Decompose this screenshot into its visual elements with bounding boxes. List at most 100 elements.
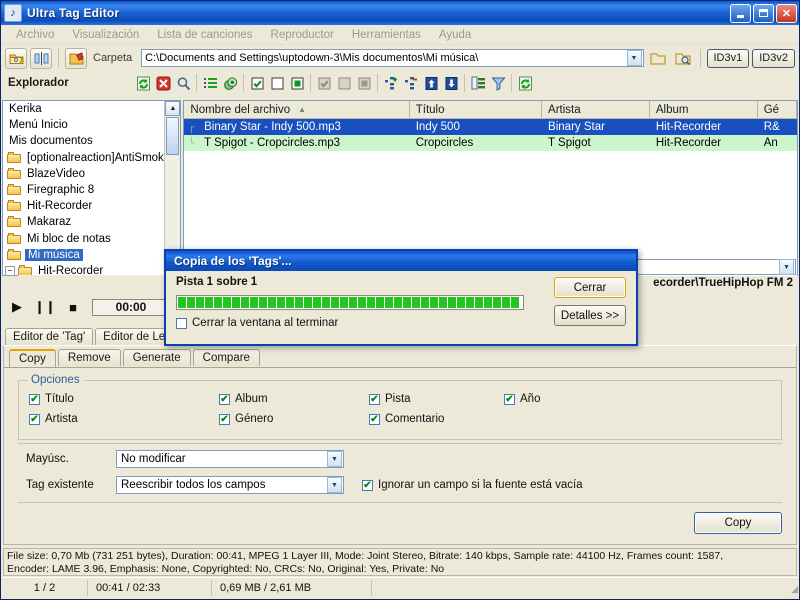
stop-button[interactable]: ■	[64, 298, 82, 316]
tree-item[interactable]: Kerika	[3, 101, 180, 117]
uncheck-all-disabled-icon[interactable]	[334, 74, 354, 93]
chevron-down-icon[interactable]: ▼	[327, 477, 342, 493]
column-header-artist[interactable]: Artista	[542, 101, 650, 118]
browse-folder-icon[interactable]	[647, 48, 669, 69]
checkbox-cerrar-al-terminar[interactable]: ✔ Cerrar la ventana al terminar	[176, 317, 338, 329]
row-tree-mark: └	[187, 137, 195, 149]
menu-item-archivo[interactable]: Archivo	[7, 28, 63, 42]
uncheck-all-icon[interactable]	[267, 74, 287, 93]
checkbox-comentario[interactable]: ✔ Comentario	[369, 413, 504, 425]
tree-item[interactable]: Makaraz	[3, 214, 180, 230]
checkbox-ano[interactable]: ✔ Año	[504, 393, 540, 405]
behind-combo[interactable]: ▼	[622, 259, 796, 275]
checkbox-box[interactable]: ✔	[29, 413, 40, 425]
tree-item[interactable]: Hit-Recorder	[3, 198, 180, 214]
add-node-icon[interactable]	[381, 74, 401, 93]
music-note-icon: ♪	[4, 4, 22, 22]
folder-tree[interactable]: Kerika Menú Inicio Mis documentos [optio…	[2, 100, 182, 291]
menu-item-lista-de-canciones[interactable]: Lista de canciones	[148, 28, 261, 42]
dialog-details-button[interactable]: Detalles >>	[554, 305, 626, 326]
check-all-disabled-icon[interactable]	[314, 74, 334, 93]
existing-tag-select[interactable]: Reescribir todos los campos ▼	[116, 476, 344, 494]
layers-icon[interactable]	[220, 74, 240, 93]
tree-item[interactable]: Menú Inicio	[3, 117, 180, 133]
path-value[interactable]: C:\Documents and Settings\uptodown-3\Mis…	[142, 52, 626, 64]
close-button[interactable]: ✕	[776, 3, 797, 23]
checkbox-box[interactable]: ✔	[219, 393, 230, 405]
checkbox-box[interactable]: ✔	[504, 393, 515, 405]
playlist-folder-icon[interactable]	[65, 47, 87, 69]
checkbox-titulo[interactable]: ✔ Título	[29, 393, 219, 405]
checkbox-pista[interactable]: ✔ Pista	[369, 393, 504, 405]
maximize-button[interactable]	[753, 3, 774, 23]
checkbox-box[interactable]: ✔	[219, 413, 230, 425]
checkbox-ignorar-campo-vacio[interactable]: ✔ Ignorar un campo si la fuente está vac…	[362, 479, 583, 491]
checkbox-album[interactable]: ✔ Album	[219, 393, 369, 405]
tab-editor-de-tag[interactable]: Editor de 'Tag'	[5, 328, 94, 345]
progress-chunk	[223, 297, 231, 308]
resize-grip-icon[interactable]: ◢	[784, 581, 798, 595]
search-icon[interactable]	[173, 74, 193, 93]
tree-item[interactable]: Mi bloc de notas	[3, 231, 180, 247]
chevron-down-icon[interactable]: ▼	[327, 451, 342, 467]
checkbox-box[interactable]: ✔	[369, 393, 380, 405]
remove-node-icon[interactable]	[401, 74, 421, 93]
list-view-icon[interactable]	[200, 74, 220, 93]
scroll-up-button[interactable]: ▲	[165, 101, 181, 116]
checkbox-genero[interactable]: ✔ Género	[219, 413, 369, 425]
invert-disabled-icon[interactable]	[354, 74, 374, 93]
minimize-button[interactable]	[730, 3, 751, 23]
check-all-icon[interactable]	[247, 74, 267, 93]
checkbox-box[interactable]: ✔	[176, 317, 187, 329]
tree-item[interactable]: [optionalreaction]AntiSmokeD	[3, 150, 180, 166]
move-down-icon[interactable]	[441, 74, 461, 93]
properties-icon[interactable]	[468, 74, 488, 93]
tab-generate[interactable]: Generate	[122, 349, 191, 366]
checkbox-artista[interactable]: ✔ Artista	[29, 413, 219, 425]
player-time-display: 00:00	[92, 298, 170, 316]
id3v1-button[interactable]: ID3v1	[706, 48, 750, 68]
checkbox-box[interactable]: ✔	[362, 479, 373, 491]
menu-item-ayuda[interactable]: Ayuda	[430, 28, 480, 42]
chevron-down-icon[interactable]: ▼	[626, 50, 642, 66]
tree-item[interactable]: Firegraphic 8	[3, 182, 180, 198]
copy-button[interactable]: Copy	[694, 512, 782, 534]
column-header-filename[interactable]: Nombre del archivo ▲	[184, 101, 410, 118]
column-header-title[interactable]: Título	[410, 101, 543, 118]
menu-item-reproductor[interactable]: Reproductor	[262, 28, 343, 42]
existing-tag-row: Tag existente Reescribir todos los campo…	[26, 476, 583, 494]
scroll-thumb[interactable]	[166, 117, 180, 155]
chevron-down-icon[interactable]: ▼	[779, 259, 794, 275]
checkbox-box[interactable]: ✔	[29, 393, 40, 405]
reload-icon[interactable]	[515, 74, 535, 93]
play-button[interactable]: ▶	[8, 298, 26, 316]
column-header-album[interactable]: Album	[650, 101, 758, 118]
path-combo[interactable]: C:\Documents and Settings\uptodown-3\Mis…	[141, 49, 644, 67]
split-panes-icon[interactable]	[30, 47, 52, 69]
filter-icon[interactable]	[488, 74, 508, 93]
tab-copy[interactable]: Copy	[9, 349, 56, 367]
delete-icon[interactable]	[153, 74, 173, 93]
column-header-genre[interactable]: Gé	[758, 101, 797, 118]
dialog-close-button[interactable]: Cerrar	[554, 277, 626, 298]
checkbox-box[interactable]: ✔	[369, 413, 380, 425]
case-select[interactable]: No modificar ▼	[116, 450, 344, 468]
table-row[interactable]: ┌ Binary Star - Indy 500.mp3 Indy 500 Bi…	[184, 119, 797, 135]
tree-item-selected[interactable]: Mi música	[3, 247, 180, 263]
move-up-icon[interactable]	[421, 74, 441, 93]
menu-item-visualizacion[interactable]: Visualización	[63, 28, 148, 42]
tab-compare[interactable]: Compare	[192, 349, 260, 366]
id3v2-button[interactable]: ID3v2	[752, 48, 795, 68]
table-row[interactable]: └ T Spigot - Cropcircles.mp3 Cropcircles…	[184, 135, 797, 151]
invert-selection-icon[interactable]	[287, 74, 307, 93]
open-folder-icon[interactable]	[5, 47, 27, 69]
tree-item[interactable]: BlazeVideo	[3, 166, 180, 182]
tree-item[interactable]: Mis documentos	[3, 133, 180, 149]
behind-path-text: ecorder\TrueHipHop FM 2	[653, 277, 793, 289]
find-folder-icon[interactable]	[672, 48, 694, 69]
tab-remove[interactable]: Remove	[57, 349, 121, 366]
pause-button[interactable]: ❙❙	[34, 298, 56, 316]
refresh-icon[interactable]	[133, 74, 153, 93]
tree-item-label: Mi bloc de notas	[27, 232, 111, 245]
menu-item-herramientas[interactable]: Herramientas	[343, 28, 430, 42]
